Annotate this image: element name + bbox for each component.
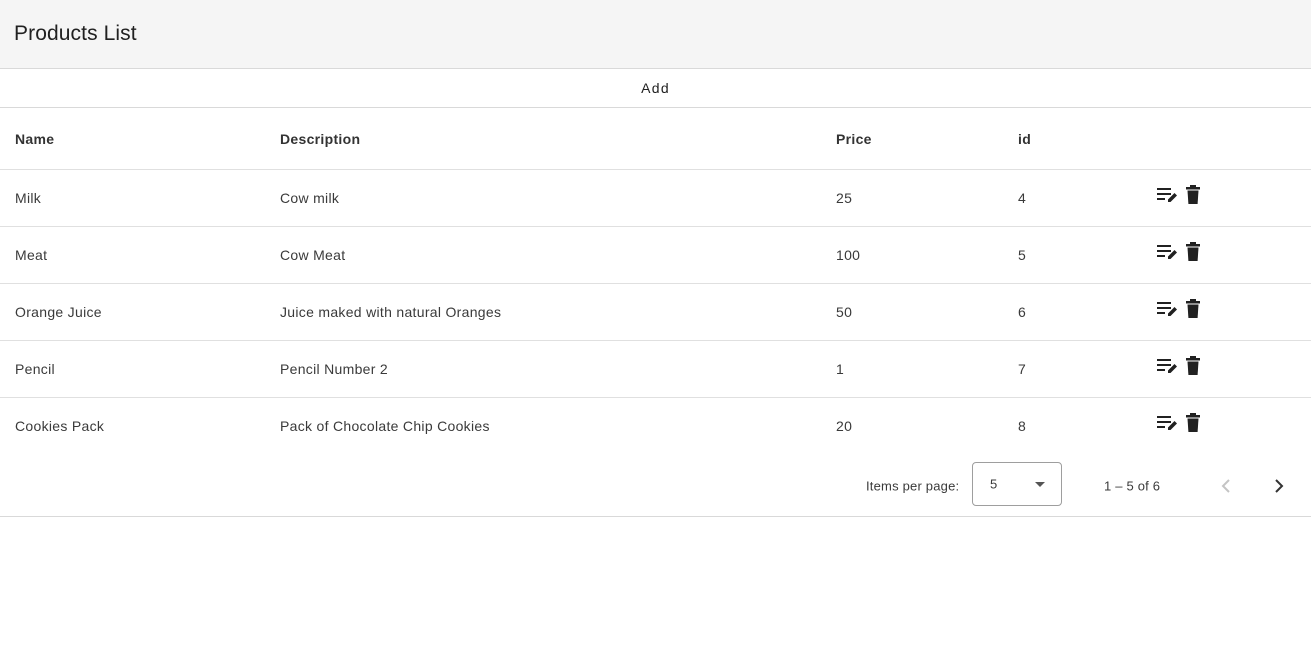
table-row: Cookies Pack Pack of Chocolate Chip Cook… — [0, 398, 1311, 454]
add-button[interactable]: Add — [631, 70, 680, 106]
row-actions — [1156, 240, 1204, 264]
row-actions — [1156, 354, 1204, 378]
cell-name: Orange Juice — [15, 304, 102, 320]
row-actions — [1156, 411, 1204, 435]
edit-note-icon[interactable] — [1156, 183, 1178, 207]
cell-description: Cow Meat — [280, 247, 346, 263]
trash-icon[interactable] — [1182, 354, 1204, 378]
cell-price: 50 — [836, 304, 853, 320]
paginator: Items per page: 5 1 – 5 of 6 — [0, 454, 1311, 517]
row-actions — [1156, 297, 1204, 321]
chevron-left-icon[interactable] — [1212, 472, 1240, 500]
table-row: Orange Juice Juice maked with natural Or… — [0, 284, 1311, 341]
page-title: Products List — [14, 22, 137, 45]
dropdown-arrow-icon — [1035, 482, 1045, 487]
cell-id: 6 — [1018, 304, 1027, 320]
cell-name: Meat — [15, 247, 48, 263]
cell-id: 4 — [1018, 190, 1027, 206]
cell-description: Cow milk — [280, 190, 340, 206]
row-actions — [1156, 183, 1204, 207]
cell-price: 100 — [836, 247, 861, 263]
cell-id: 7 — [1018, 361, 1027, 377]
cell-description: Pack of Chocolate Chip Cookies — [280, 418, 490, 434]
header-id: id — [1018, 130, 1032, 147]
header-name: Name — [15, 130, 55, 147]
cell-name: Pencil — [15, 361, 55, 377]
header-description: Description — [280, 130, 361, 147]
header-price: Price — [836, 130, 872, 147]
cell-id: 5 — [1018, 247, 1027, 263]
cell-id: 8 — [1018, 418, 1027, 434]
page-range-label: 1 – 5 of 6 — [1104, 478, 1161, 493]
edit-note-icon[interactable] — [1156, 297, 1178, 321]
table-row: Milk Cow milk 25 4 — [0, 170, 1311, 227]
cell-name: Milk — [15, 190, 42, 206]
edit-note-icon[interactable] — [1156, 240, 1178, 264]
cell-price: 20 — [836, 418, 853, 434]
trash-icon[interactable] — [1182, 240, 1204, 264]
edit-note-icon[interactable] — [1156, 411, 1178, 435]
items-per-page-label: Items per page: — [866, 478, 960, 493]
edit-note-icon[interactable] — [1156, 354, 1178, 378]
chevron-right-icon[interactable] — [1265, 472, 1293, 500]
table-body: Milk Cow milk 25 4 Meat Cow Meat 100 5 O… — [0, 170, 1311, 454]
cell-price: 25 — [836, 190, 853, 206]
trash-icon[interactable] — [1182, 183, 1204, 207]
cell-price: 1 — [836, 361, 845, 377]
cell-description: Juice maked with natural Oranges — [280, 304, 502, 320]
table-row: Meat Cow Meat 100 5 — [0, 227, 1311, 284]
page-size-select[interactable]: 5 — [972, 462, 1062, 506]
table-row: Pencil Pencil Number 2 1 7 — [0, 341, 1311, 398]
app-toolbar: Products List — [0, 0, 1311, 69]
trash-icon[interactable] — [1182, 297, 1204, 321]
page-size-value: 5 — [990, 476, 998, 492]
table-header-row: Name Description Price id — [0, 108, 1311, 170]
products-table: Name Description Price id Milk Cow milk … — [0, 108, 1311, 454]
trash-icon[interactable] — [1182, 411, 1204, 435]
cell-description: Pencil Number 2 — [280, 361, 388, 377]
add-bar: Add — [0, 69, 1311, 108]
cell-name: Cookies Pack — [15, 418, 105, 434]
